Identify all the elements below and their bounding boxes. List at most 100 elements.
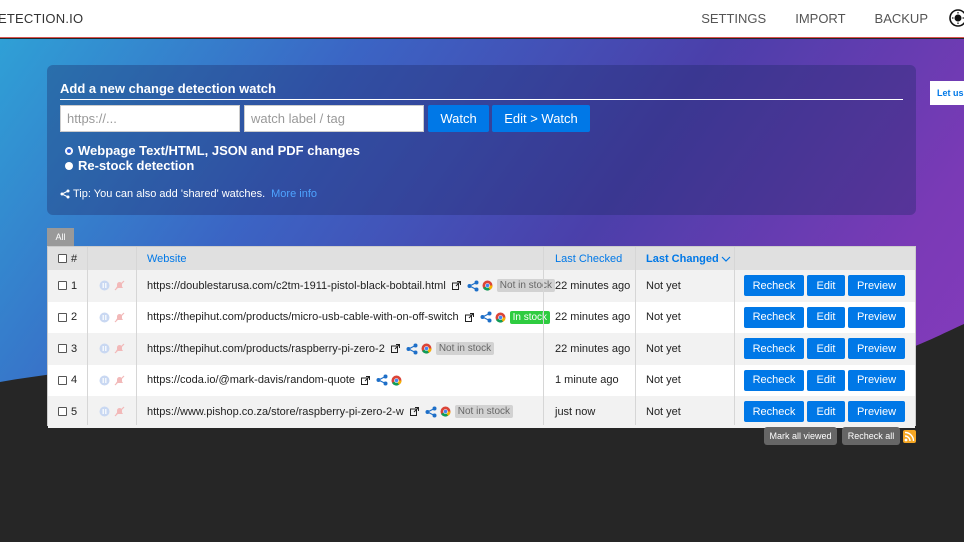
nav-backup[interactable]: BACKUP (875, 11, 928, 26)
last-changed-cell: Not yet (646, 374, 681, 387)
pause-icon[interactable] (99, 343, 110, 354)
tag-input[interactable] (244, 105, 424, 132)
watch-table: # Website Last Checked Last Changed 1 ht… (47, 246, 916, 428)
share-icon[interactable] (480, 311, 492, 323)
recheck-button[interactable]: Recheck (744, 275, 804, 296)
tip-more-info-link[interactable]: More info (271, 188, 317, 200)
edit-button[interactable]: Edit (807, 369, 845, 391)
external-link-icon[interactable] (361, 375, 371, 385)
edit-button[interactable]: Edit (807, 401, 845, 422)
external-link-icon[interactable] (390, 344, 400, 354)
radio-unselected-icon[interactable] (65, 161, 73, 170)
mute-bell-icon[interactable] (114, 406, 125, 417)
table-row: 5 https://www.pishop.co.za/store/raspber… (48, 396, 915, 428)
watch-url-link[interactable]: https://www.pishop.co.za/store/raspberry… (147, 406, 404, 418)
edit-watch-button[interactable]: Edit > Watch (492, 105, 590, 132)
nav-settings[interactable]: SETTINGS (701, 11, 766, 26)
pause-icon[interactable] (99, 280, 110, 291)
watch-url-link[interactable]: https://thepihut.com/products/raspberry-… (147, 343, 385, 355)
tab-all[interactable]: All (47, 228, 74, 246)
header-last-changed[interactable]: Last Changed (646, 247, 731, 270)
main-nav: SETTINGS IMPORT BACKUP (672, 11, 928, 26)
recheck-button[interactable]: Recheck (744, 306, 804, 328)
pause-icon[interactable] (99, 406, 110, 417)
rss-feed-icon[interactable] (903, 430, 916, 443)
stock-status-badge: Not in stock (454, 405, 514, 419)
share-icon[interactable] (467, 280, 479, 292)
row-checkbox[interactable] (58, 375, 67, 385)
recheck-all-button[interactable]: Recheck all (842, 427, 900, 445)
chrome-browser-icon (421, 343, 432, 354)
last-checked-cell: 22 minutes ago (555, 342, 631, 355)
pause-icon[interactable] (99, 375, 110, 386)
row-number: 1 (71, 279, 78, 292)
mute-bell-icon[interactable] (114, 375, 125, 386)
column-divider (543, 247, 544, 425)
table-row: 2 https://thepihut.com/products/micro-us… (48, 301, 915, 333)
watch-url-link[interactable]: https://doublestarusa.com/c2tm-1911-pist… (147, 280, 446, 292)
stock-status-badge: Not in stock (435, 342, 495, 356)
header-last-changed-label: Last Changed (646, 252, 719, 265)
row-checkbox[interactable] (58, 312, 67, 322)
recheck-button[interactable]: Recheck (744, 369, 804, 391)
chrome-browser-icon (482, 280, 493, 291)
recheck-button[interactable]: Recheck (744, 338, 804, 359)
row-number: 2 (71, 311, 78, 324)
share-icon[interactable] (406, 343, 418, 355)
mark-all-viewed-button[interactable]: Mark all viewed (764, 427, 837, 445)
option-restock-label: Re-stock detection (78, 158, 195, 173)
mute-bell-icon[interactable] (114, 280, 125, 291)
radio-selected-icon[interactable] (65, 146, 73, 155)
share-icon[interactable] (425, 406, 437, 418)
stock-status-badge: Not in stock (496, 279, 556, 293)
chrome-browser-icon (495, 312, 506, 323)
external-link-icon[interactable] (451, 281, 461, 291)
new-watch-title: Add a new change detection watch (60, 81, 276, 96)
header-website[interactable]: Website (147, 247, 187, 270)
url-input[interactable] (60, 105, 240, 132)
watch-button[interactable]: Watch (428, 105, 489, 132)
table-row: 3 https://thepihut.com/products/raspberr… (48, 333, 915, 365)
theme-toggle-icon[interactable] (948, 8, 964, 28)
column-divider (87, 247, 88, 425)
new-watch-panel: Add a new change detection watch Watch E… (47, 65, 916, 215)
mute-bell-icon[interactable] (114, 312, 125, 323)
select-all-checkbox[interactable] (58, 254, 67, 263)
watch-url-link[interactable]: https://coda.io/@mark-davis/random-quote (147, 374, 355, 386)
row-checkbox[interactable] (58, 344, 67, 354)
last-checked-cell: 22 minutes ago (555, 279, 631, 292)
column-divider (734, 247, 735, 425)
edit-button[interactable]: Edit (807, 306, 845, 328)
recheck-button[interactable]: Recheck (744, 401, 804, 422)
last-changed-cell: Not yet (646, 279, 681, 292)
row-checkbox[interactable] (58, 407, 67, 417)
preview-button[interactable]: Preview (848, 275, 905, 296)
preview-button[interactable]: Preview (848, 338, 905, 359)
row-checkbox[interactable] (58, 281, 67, 291)
nav-import[interactable]: IMPORT (795, 11, 845, 26)
watch-url-link[interactable]: https://thepihut.com/products/micro-usb-… (147, 311, 459, 323)
side-feedback-badge[interactable]: Let us (930, 81, 964, 105)
row-number: 4 (71, 374, 78, 387)
sort-chevron-down-icon (721, 256, 731, 262)
preview-button[interactable]: Preview (848, 306, 905, 328)
edit-button[interactable]: Edit (807, 338, 845, 359)
header-num: # (71, 252, 78, 265)
option-restock[interactable]: Re-stock detection (65, 158, 194, 173)
column-divider (635, 247, 636, 425)
external-link-icon[interactable] (409, 407, 419, 417)
preview-button[interactable]: Preview (848, 401, 905, 422)
brand-logo[interactable]: ETECTION.IO (0, 11, 83, 26)
header-last-checked[interactable]: Last Checked (555, 247, 622, 270)
option-webpage-label: Webpage Text/HTML, JSON and PDF changes (78, 143, 360, 158)
share-icon[interactable] (376, 374, 388, 386)
last-changed-cell: Not yet (646, 311, 681, 324)
option-webpage[interactable]: Webpage Text/HTML, JSON and PDF changes (65, 143, 360, 158)
column-divider (136, 247, 137, 425)
table-row: 1 https://doublestarusa.com/c2tm-1911-pi… (48, 270, 915, 302)
external-link-icon[interactable] (464, 312, 474, 322)
preview-button[interactable]: Preview (848, 369, 905, 391)
edit-button[interactable]: Edit (807, 275, 845, 296)
pause-icon[interactable] (99, 312, 110, 323)
mute-bell-icon[interactable] (114, 343, 125, 354)
